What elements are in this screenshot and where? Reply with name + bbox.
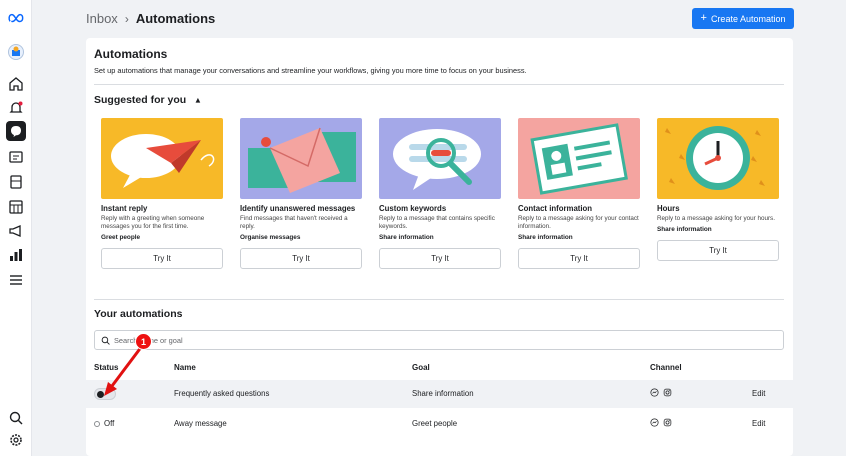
- table-row[interactable]: Off Away message Greet people Edit: [86, 410, 793, 438]
- search-input[interactable]: [114, 335, 714, 345]
- divider: [94, 299, 784, 300]
- messenger-icon: [650, 388, 659, 397]
- edit-link[interactable]: Edit: [752, 389, 765, 398]
- settings-icon[interactable]: [6, 430, 26, 450]
- insights-icon[interactable]: [6, 245, 26, 265]
- suggestion-name: Custom keywords: [379, 204, 447, 213]
- status-dot-icon: [94, 420, 100, 427]
- instant-reply-illustration: [101, 118, 223, 199]
- search-icon[interactable]: [6, 408, 26, 428]
- try-it-button[interactable]: Try It: [379, 248, 501, 270]
- breadcrumb: Inbox › Automations: [86, 11, 215, 26]
- try-it-button[interactable]: Try It: [657, 239, 779, 261]
- inbox-icon[interactable]: [6, 121, 26, 141]
- automation-goal: Greet people: [412, 419, 458, 428]
- status-off[interactable]: Off: [94, 419, 114, 428]
- create-automation-label: Create Automation: [710, 13, 786, 24]
- suggestion-card-contact-information: Contact information Reply to a message a…: [518, 118, 640, 270]
- automations-card: Automations Set up automations that mana…: [86, 38, 793, 456]
- suggestion-card-hours: Hours Reply to a message asking for your…: [657, 118, 779, 261]
- column-header-name: Name: [174, 363, 196, 372]
- suggestion-description: Find messages that haven't received a re…: [240, 214, 348, 230]
- suggestion-description: Reply to a message asking for your conta…: [518, 214, 639, 230]
- column-header-status: Status: [94, 363, 119, 372]
- content-icon[interactable]: [6, 147, 26, 167]
- try-it-button[interactable]: Try It: [240, 248, 362, 270]
- suggestion-name: Instant reply: [101, 204, 148, 213]
- custom-keywords-illustration: [379, 118, 501, 199]
- instagram-icon: [663, 388, 672, 397]
- channel-icons: [650, 418, 672, 427]
- table-row[interactable]: Frequently asked questions Share informa…: [86, 380, 793, 408]
- left-navigation-rail: [0, 0, 32, 456]
- section-title: Automations: [94, 47, 168, 61]
- status-label: Off: [104, 419, 115, 428]
- top-bar: Inbox › Automations + Create Automation: [32, 0, 846, 38]
- meta-logo-icon[interactable]: [6, 8, 26, 28]
- planner-icon[interactable]: [6, 197, 26, 217]
- chevron-right-icon: ›: [124, 11, 129, 26]
- suggestion-description: Reply to a message that contains specifi…: [379, 214, 495, 230]
- create-automation-button[interactable]: + Create Automation: [692, 8, 794, 29]
- suggestion-description: Reply with a greeting when someone messa…: [101, 214, 205, 230]
- divider: [94, 84, 784, 85]
- suggestion-card-unanswered: Identify unanswered messages Find messag…: [240, 118, 362, 270]
- menu-icon[interactable]: [6, 270, 26, 290]
- automation-goal: Share information: [412, 389, 474, 398]
- your-automations-title: Your automations: [94, 308, 183, 320]
- instagram-icon: [663, 418, 672, 427]
- hours-illustration: [657, 118, 779, 199]
- unanswered-illustration: [240, 118, 362, 199]
- suggestion-description: Reply to a message asking for your hours…: [657, 214, 775, 222]
- home-icon[interactable]: [6, 74, 26, 94]
- contact-information-illustration: [518, 118, 640, 199]
- try-it-button[interactable]: Try It: [101, 248, 223, 270]
- suggestion-name: Hours: [657, 204, 680, 213]
- column-header-channel: Channel: [650, 363, 682, 372]
- page-title: Automations: [135, 11, 216, 26]
- edit-link[interactable]: Edit: [752, 419, 765, 428]
- page-avatar-icon[interactable]: [6, 42, 26, 62]
- search-field[interactable]: [94, 330, 784, 350]
- notifications-icon[interactable]: [6, 98, 26, 118]
- suggestion-goal: Share information: [379, 234, 434, 242]
- chevron-up-icon[interactable]: ▼: [194, 96, 202, 105]
- status-toggle[interactable]: [94, 388, 116, 400]
- column-header-goal: Goal: [412, 363, 430, 372]
- suggestion-name: Contact information: [518, 204, 593, 213]
- suggested-header[interactable]: Suggested for you ▼: [94, 94, 202, 106]
- suggestion-name: Identify unanswered messages: [240, 204, 356, 213]
- ads-icon[interactable]: [6, 221, 26, 241]
- suggestion-card-custom-keywords: Custom keywords Reply to a message that …: [379, 118, 501, 270]
- automation-name: Frequently asked questions: [174, 389, 270, 398]
- try-it-button[interactable]: Try It: [518, 248, 640, 270]
- search-icon: [101, 336, 110, 345]
- suggestion-goal: Organise messages: [240, 234, 301, 242]
- messenger-icon: [650, 418, 659, 427]
- toggle-knob: [97, 391, 104, 398]
- suggestion-card-instant-reply: Instant reply Reply with a greeting when…: [101, 118, 223, 270]
- suggestion-goal: Greet people: [101, 234, 141, 242]
- channel-icons: [650, 388, 672, 397]
- posts-icon[interactable]: [6, 172, 26, 192]
- breadcrumb-inbox[interactable]: Inbox: [86, 11, 118, 26]
- suggested-title: Suggested for you: [94, 94, 187, 106]
- suggestion-goal: Share information: [657, 225, 712, 233]
- plus-icon: +: [700, 12, 707, 24]
- annotation-step-badge: 1: [135, 333, 152, 350]
- automation-name: Away message: [174, 419, 227, 428]
- section-subtitle: Set up automations that manage your conv…: [94, 66, 527, 75]
- suggestion-goal: Share information: [518, 234, 573, 242]
